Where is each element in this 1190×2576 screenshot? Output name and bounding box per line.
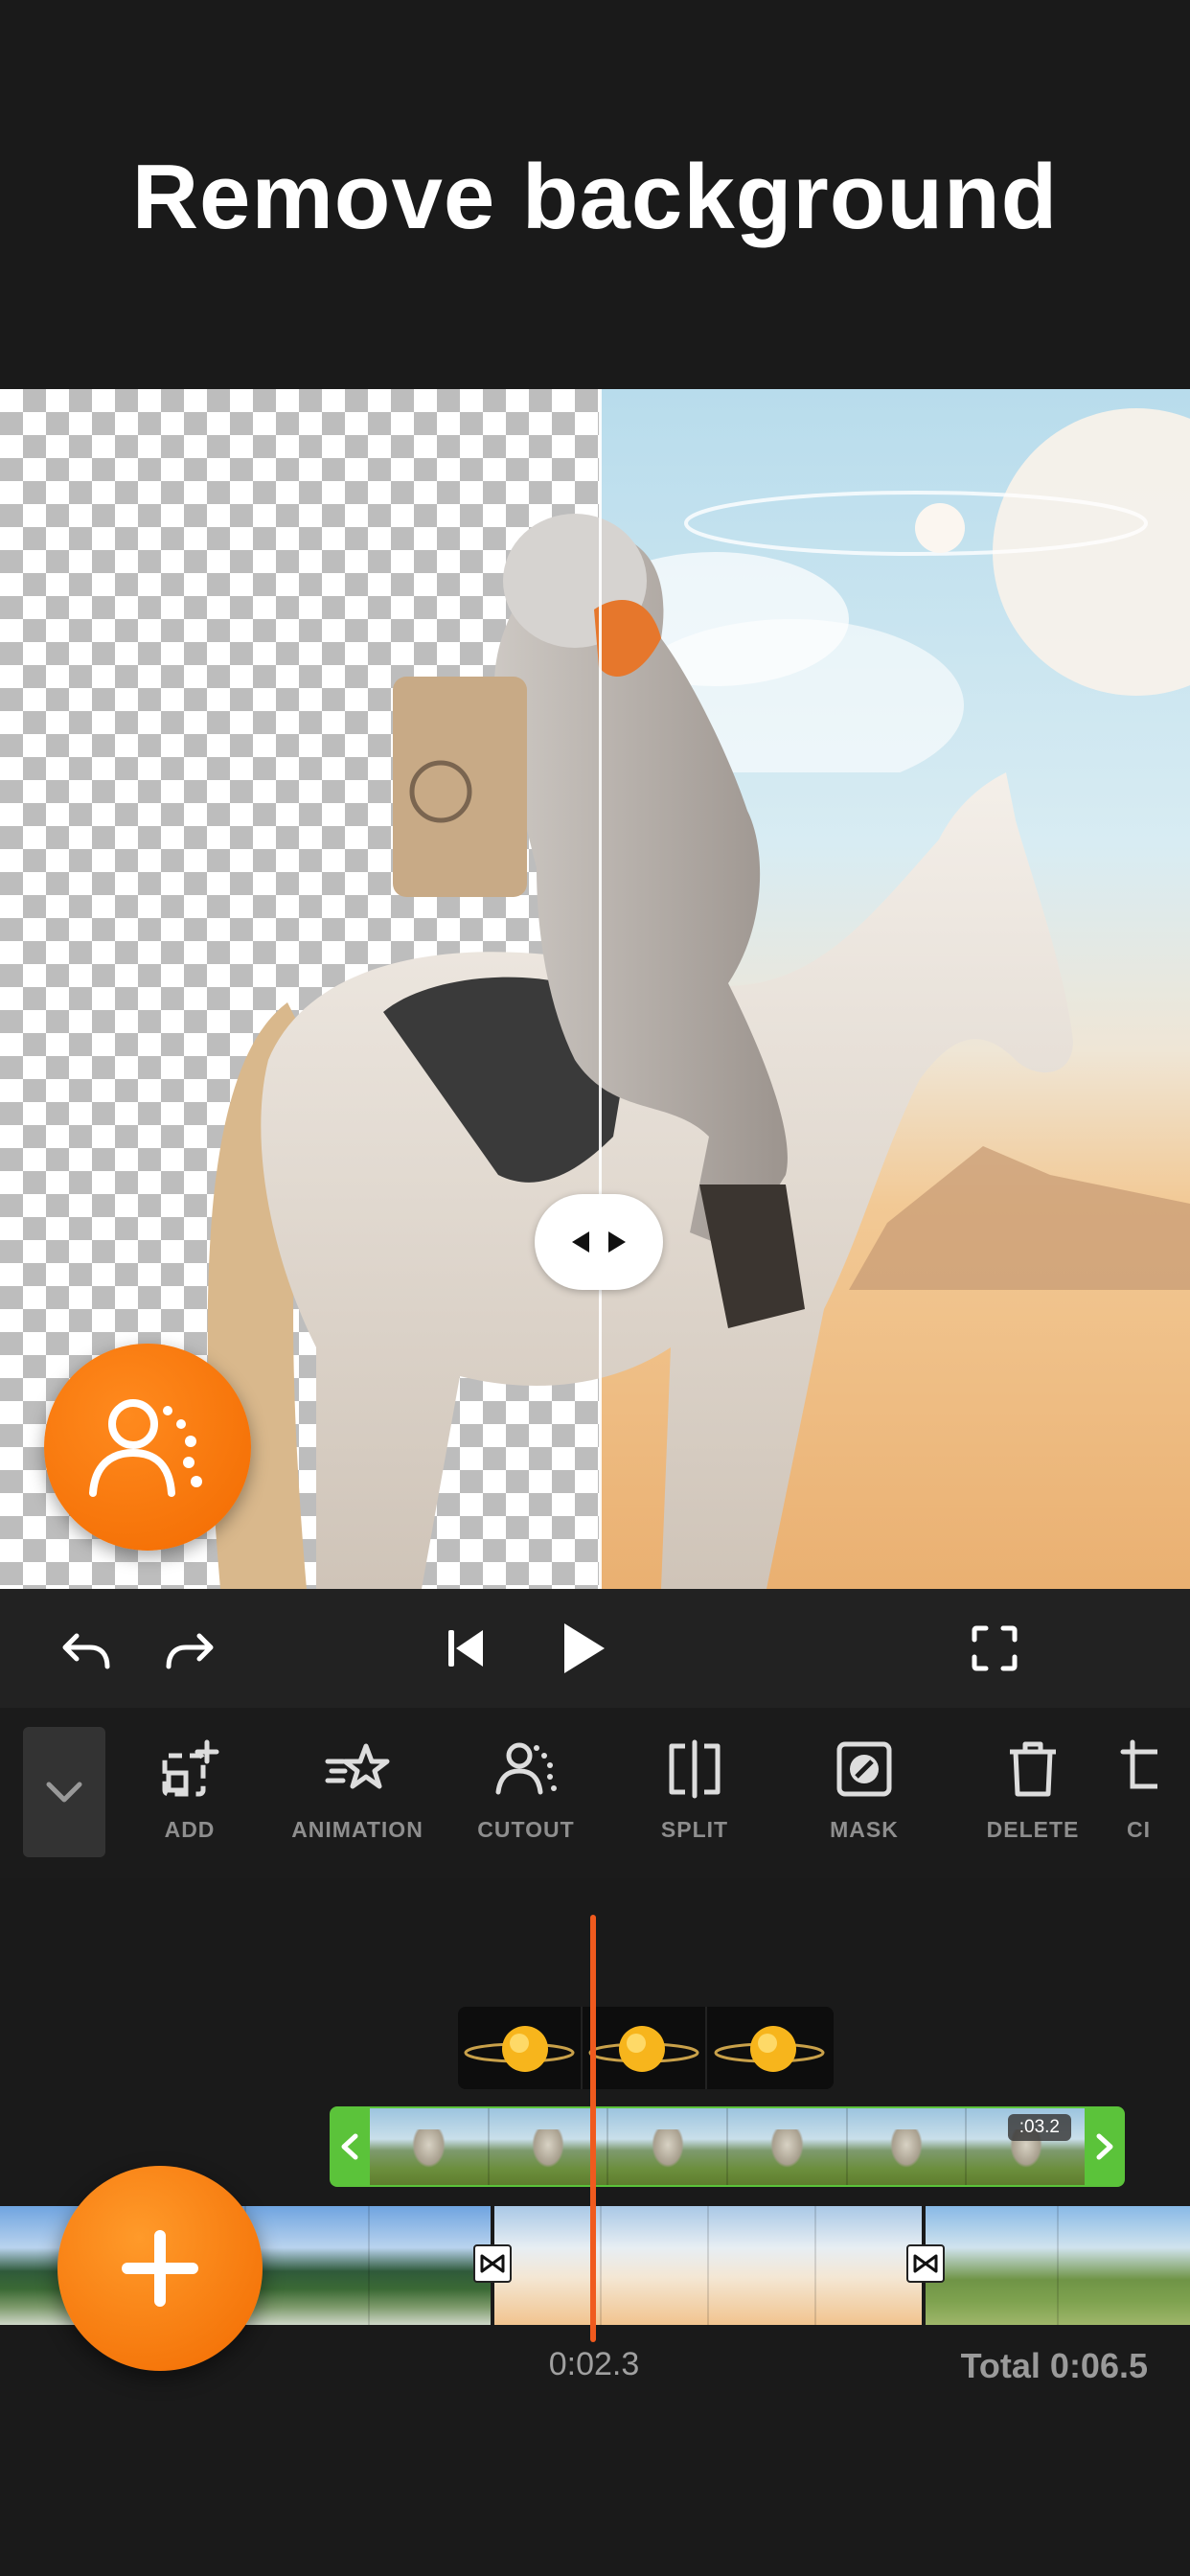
total-duration: Total 0:06.5 [960, 2346, 1148, 2385]
current-time: 0:02.3 [548, 2346, 640, 2382]
bowtie-transition-icon [913, 2254, 938, 2273]
redo-button[interactable] [153, 1612, 230, 1685]
cutout-person-icon [495, 1742, 557, 1795]
add-layer-icon [162, 1739, 219, 1797]
tool-split-label: SPLIT [660, 1817, 729, 1842]
overlay-clip-frames [370, 2108, 1086, 2185]
tool-split[interactable]: SPLIT [618, 1731, 771, 1855]
bowtie-transition-icon [480, 2254, 505, 2273]
tool-crop-label: CI [1127, 1817, 1151, 1842]
sticker-frame [583, 2007, 707, 2089]
play-icon [564, 1623, 605, 1673]
arrow-left-icon [572, 1231, 589, 1253]
page-title: Remove background [131, 146, 1059, 248]
cutout-fab-button[interactable] [44, 1344, 251, 1551]
playback-controls [0, 1589, 1190, 1708]
tool-delete[interactable]: DELETE [956, 1731, 1110, 1855]
play-button[interactable] [544, 1612, 621, 1685]
split-handle[interactable] [535, 1194, 663, 1290]
planet-sticker-icon [464, 2026, 575, 2072]
tool-cutout-label: CUTOUT [477, 1817, 575, 1842]
tool-delete-label: DELETE [986, 1817, 1080, 1842]
tool-cutout[interactable]: CUTOUT [449, 1731, 603, 1855]
timeline[interactable]: :03.2 0:02.3 Total 0:06.5 [0, 1878, 1190, 2576]
tool-animation[interactable]: ANIMATION [281, 1731, 434, 1855]
sticker-track[interactable] [458, 2007, 834, 2089]
split-divider[interactable] [599, 389, 602, 1589]
plus-icon [122, 2230, 198, 2307]
split-icon [669, 1739, 721, 1799]
redo-icon [166, 1633, 214, 1669]
mask-icon [836, 1741, 892, 1797]
video-preview[interactable] [0, 389, 1190, 1589]
tool-mask[interactable]: MASK [788, 1731, 941, 1855]
edit-toolbar: ADD ANIMATION CUTOUT SPLIT MASK DELETE C… [0, 1708, 1190, 1878]
overlay-clip-selected[interactable]: :03.2 [330, 2106, 1125, 2187]
crop-icon [1120, 1739, 1157, 1789]
transition-button[interactable] [906, 2244, 945, 2283]
tool-add-label: ADD [164, 1817, 216, 1842]
transition-button[interactable] [473, 2244, 512, 2283]
chevron-right-icon [1096, 2133, 1113, 2160]
chevron-left-icon [341, 2133, 358, 2160]
sticker-frame [458, 2007, 583, 2089]
fullscreen-button[interactable] [956, 1612, 1033, 1685]
add-clip-button[interactable] [57, 2166, 263, 2371]
clip-desert[interactable] [494, 2206, 922, 2325]
tool-mask-label: MASK [830, 1817, 899, 1842]
tool-add[interactable]: ADD [113, 1731, 266, 1855]
skip-to-start-button[interactable] [427, 1612, 504, 1685]
animation-star-icon [325, 1743, 390, 1789]
collapse-toolbar-button[interactable] [23, 1727, 105, 1857]
planet-sticker-icon [714, 2026, 825, 2072]
undo-icon [62, 1633, 110, 1669]
sticker-frame [707, 2007, 832, 2089]
planet-sticker-icon [588, 2026, 699, 2072]
trash-icon [1010, 1741, 1056, 1797]
tool-crop-partial[interactable]: CI [1119, 1731, 1190, 1855]
chevron-down-icon [46, 1782, 82, 1803]
skip-to-start-icon [448, 1630, 483, 1667]
tool-animation-label: ANIMATION [291, 1817, 423, 1842]
clip-field[interactable] [926, 2206, 1190, 2325]
trim-left-handle[interactable] [330, 2106, 370, 2187]
overlay-duration-badge: :03.2 [1007, 2114, 1071, 2141]
header: Remove background [0, 0, 1190, 389]
fullscreen-icon [972, 1625, 1018, 1671]
arrow-right-icon [608, 1231, 626, 1253]
person-cutout-icon [89, 1399, 202, 1497]
playhead[interactable] [590, 1915, 596, 2342]
trim-right-handle[interactable] [1085, 2106, 1125, 2187]
undo-button[interactable] [46, 1612, 123, 1685]
